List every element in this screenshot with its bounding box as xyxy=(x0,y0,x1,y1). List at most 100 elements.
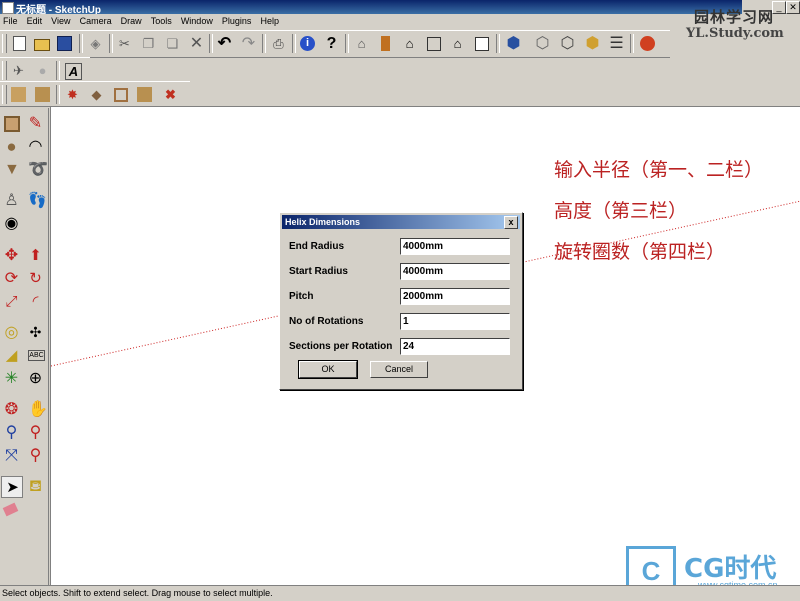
tape-measure-tool[interactable]: ◎ xyxy=(1,322,23,344)
sandbox-contours-button[interactable] xyxy=(8,84,29,105)
model-info-button[interactable]: i xyxy=(297,33,318,54)
get-models-button[interactable] xyxy=(637,33,658,54)
menu-camera[interactable]: Camera xyxy=(77,14,115,29)
copy-button[interactable]: ❐ xyxy=(138,33,159,54)
follow-me-tool[interactable]: ↻ xyxy=(25,268,47,290)
undo-button[interactable]: ↶ xyxy=(214,33,235,54)
sandbox-scratch-button[interactable] xyxy=(32,84,53,105)
xray-button[interactable]: ⬢ xyxy=(503,33,524,54)
pitch-input[interactable] xyxy=(400,288,510,305)
text-tool[interactable]: ABC xyxy=(25,345,47,367)
eraser-tool[interactable] xyxy=(1,499,23,521)
menu-view[interactable]: View xyxy=(48,14,73,29)
camera-position-button[interactable]: ✈ xyxy=(8,60,29,81)
print-icon: ⎙ xyxy=(273,36,284,51)
polygon-tool[interactable]: ▼ xyxy=(1,159,23,181)
shadow-button[interactable]: ● xyxy=(32,60,53,81)
toolbar-grip[interactable] xyxy=(2,61,7,80)
offset-tool[interactable]: ◜ xyxy=(25,291,47,313)
sandbox-flip-button[interactable]: ✖ xyxy=(160,84,181,105)
right-view-button[interactable] xyxy=(423,33,444,54)
text-button[interactable]: A xyxy=(62,60,83,81)
dialog-title: Helix Dimensions xyxy=(285,217,361,227)
start-radius-input[interactable] xyxy=(400,263,510,280)
help-button[interactable]: ? xyxy=(321,33,342,54)
arc-tool[interactable]: ◠ xyxy=(25,136,47,158)
sandbox-stamp-button[interactable]: ◆ xyxy=(86,84,107,105)
previous-view-tool[interactable]: ⚲ xyxy=(25,445,47,467)
menu-window[interactable]: Window xyxy=(178,14,216,29)
dialog-title-bar[interactable]: Helix Dimensions x xyxy=(282,215,520,229)
dialog-close-button[interactable]: x xyxy=(504,216,518,229)
zoom-extents-tool[interactable]: ⤧ xyxy=(1,445,23,467)
pencil-tool[interactable]: ✎ xyxy=(25,113,47,135)
orbit-tool[interactable]: ❂ xyxy=(1,399,23,421)
select-tool[interactable]: ➤ xyxy=(1,476,23,498)
menu-file[interactable]: File xyxy=(0,14,21,29)
hidden-line-button[interactable]: ⬡ xyxy=(557,33,578,54)
menu-tools[interactable]: Tools xyxy=(148,14,175,29)
sandbox-add-detail-button[interactable] xyxy=(134,84,155,105)
push-pull-tool[interactable]: ⬆ xyxy=(25,245,47,267)
toolbar-grip[interactable] xyxy=(2,34,7,53)
menu-plugins[interactable]: Plugins xyxy=(219,14,255,29)
ylstudy-url: YL.Study.com xyxy=(686,26,784,41)
toolbar-grip[interactable] xyxy=(2,85,7,104)
top-view-button[interactable] xyxy=(375,33,396,54)
make-component-button[interactable]: ◈ xyxy=(85,33,106,54)
cancel-button[interactable]: Cancel xyxy=(370,361,428,378)
cut-button[interactable]: ✂ xyxy=(114,33,135,54)
dimension-tool[interactable]: ✣ xyxy=(25,322,47,344)
save-button[interactable] xyxy=(54,33,75,54)
iso-view-icon: ⌂ xyxy=(357,36,366,51)
zoom-icon: ⚲ xyxy=(5,424,18,441)
position-camera-tool[interactable]: ♙ xyxy=(1,190,23,212)
left-view-button[interactable] xyxy=(471,33,492,54)
paint-bucket-icon: ⛾ xyxy=(28,478,43,495)
walk-tool[interactable]: 👣 xyxy=(25,190,47,212)
arc-icon: ◠ xyxy=(28,138,43,155)
paste-button[interactable]: ❏ xyxy=(162,33,183,54)
toolbar-separator xyxy=(56,85,60,104)
shaded-button[interactable]: ⬢ xyxy=(582,33,603,54)
wireframe-button[interactable]: ⬡ xyxy=(532,33,553,54)
menu-edit[interactable]: Edit xyxy=(24,14,46,29)
move-tool[interactable]: ✥ xyxy=(1,245,23,267)
paint-bucket-tool[interactable]: ⛾ xyxy=(25,476,47,498)
rotate-tool[interactable]: ⟳ xyxy=(1,268,23,290)
sandbox-add-detail-icon xyxy=(137,87,152,102)
menu-draw[interactable]: Draw xyxy=(118,14,145,29)
pan-tool[interactable]: ✋ xyxy=(25,399,48,421)
sandbox-drape-button[interactable] xyxy=(110,84,131,105)
scale-tool[interactable]: ⤢ xyxy=(1,291,23,313)
look-around-tool[interactable]: ◉ xyxy=(1,213,23,235)
protractor-tool[interactable]: ◢ xyxy=(1,345,23,367)
axes-tool[interactable]: ✳ xyxy=(1,368,23,390)
circle-tool[interactable]: ● xyxy=(1,136,23,158)
rectangle-tool[interactable] xyxy=(1,113,23,135)
ok-button[interactable]: OK xyxy=(298,360,358,379)
front-view-button[interactable]: ⌂ xyxy=(399,33,420,54)
sections-per-rotation-input[interactable] xyxy=(400,338,510,355)
zoom-window-tool[interactable]: ⚲ xyxy=(25,422,47,444)
top-view-icon xyxy=(381,36,390,51)
open-file-button[interactable] xyxy=(31,33,52,54)
end-radius-input[interactable] xyxy=(400,238,510,255)
erase-button[interactable]: ✕ xyxy=(186,33,207,54)
zoom-tool[interactable]: ⚲ xyxy=(1,422,23,444)
rotate-icon: ⟳ xyxy=(4,270,19,287)
xray-icon: ⬢ xyxy=(506,35,521,52)
sandbox-smoove-button[interactable]: ✸ xyxy=(62,84,83,105)
shaded-textures-button[interactable]: ☰ xyxy=(606,33,627,54)
freehand-tool[interactable]: ➰ xyxy=(25,159,48,181)
new-file-button[interactable] xyxy=(8,33,29,54)
back-view-button[interactable]: ⌂ xyxy=(447,33,468,54)
redo-button[interactable]: ↷ xyxy=(238,33,259,54)
print-button[interactable]: ⎙ xyxy=(268,33,289,54)
3d-text-tool[interactable]: ⊕ xyxy=(25,368,47,390)
hidden-line-icon: ⬡ xyxy=(560,35,575,52)
menu-help[interactable]: Help xyxy=(257,14,282,29)
annotation-radius: 输入半径（第一、二栏） xyxy=(554,159,764,181)
rotations-input[interactable] xyxy=(400,313,510,330)
iso-view-button[interactable]: ⌂ xyxy=(351,33,372,54)
